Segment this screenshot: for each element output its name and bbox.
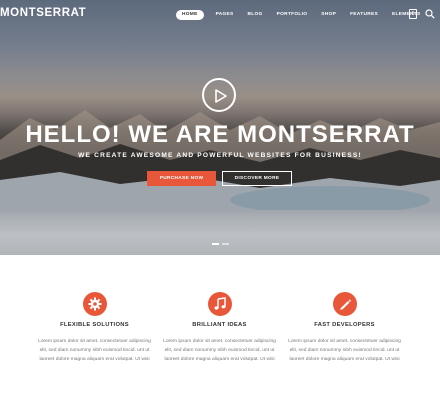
slider-pagination: [212, 243, 229, 245]
feature-description: Lorem ipsum dolor sit amet, consectetuer…: [37, 337, 152, 364]
site-logo[interactable]: MONTSERRAT: [0, 7, 86, 19]
slider-dot[interactable]: [212, 243, 219, 245]
purchase-now-button[interactable]: PURCHASE NOW: [147, 171, 216, 186]
gear-icon: [82, 292, 107, 316]
menu-item-features[interactable]: FEATURES: [350, 10, 378, 20]
pencil-icon: [332, 292, 357, 316]
feature-title: FLEXIBLE SOLUTIONS: [60, 322, 129, 328]
feature-title: FAST DEVELOPERS: [314, 322, 375, 328]
hero-section: MONTSERRAT HOME PAGES BLOG PORTFOLIO SHO…: [0, 0, 440, 255]
feature-fast-developers: FAST DEVELOPERS Lorem ipsum dolor sit am…: [287, 292, 402, 364]
hero-subtitle: WE CREATE AWESOME AND POWERFUL WEBSITES …: [78, 152, 362, 159]
feature-text-line: elit, sed diam nonummy nibh euismod tinc…: [164, 348, 275, 353]
menu-item-blog[interactable]: BLOG: [248, 10, 263, 20]
feature-text-line: laoreet dolore magna aliquam erat volutp…: [39, 357, 150, 362]
feature-text-line: laoreet dolore magna aliquam erat volutp…: [289, 357, 400, 362]
discover-more-button[interactable]: DISCOVER MORE: [222, 171, 292, 186]
top-navigation: MONTSERRAT HOME PAGES BLOG PORTFOLIO SHO…: [0, 0, 440, 28]
cart-count: 0: [411, 11, 415, 17]
menu-item-home[interactable]: HOME: [176, 10, 204, 20]
feature-text-line: Lorem ipsum dolor sit amet, consectetuer…: [38, 339, 151, 344]
feature-text-line: elit, sed diam nonummy nibh euismod tinc…: [39, 348, 150, 353]
feature-text-line: Lorem ipsum dolor sit amet, consectetuer…: [163, 339, 276, 344]
main-menu: HOME PAGES BLOG PORTFOLIO SHOP FEATURES …: [176, 9, 421, 21]
play-video-button[interactable]: [202, 78, 236, 112]
feature-title: BRILLIANT IDEAS: [192, 322, 247, 328]
play-icon: [215, 89, 227, 103]
cart-icon[interactable]: 0: [409, 9, 417, 19]
feature-flexible-solutions: FLEXIBLE SOLUTIONS Lorem ipsum dolor sit…: [37, 292, 152, 364]
hero-title: HELLO! WE ARE MONTSERRAT: [25, 121, 415, 148]
music-note-icon: [207, 292, 232, 316]
menu-item-pages[interactable]: PAGES: [216, 10, 234, 20]
page: MONTSERRAT HOME PAGES BLOG PORTFOLIO SHO…: [0, 0, 440, 400]
feature-description: Lorem ipsum dolor sit amet, consectetuer…: [287, 337, 402, 364]
feature-brilliant-ideas: BRILLIANT IDEAS Lorem ipsum dolor sit am…: [162, 292, 277, 364]
slider-dot[interactable]: [222, 243, 229, 245]
search-icon[interactable]: [425, 9, 435, 19]
feature-text-line: elit, sed diam nonummy nibh euismod tinc…: [289, 348, 400, 353]
menu-item-shop[interactable]: SHOP: [321, 10, 336, 20]
feature-text-line: Lorem ipsum dolor sit amet, consectetuer…: [288, 339, 401, 344]
feature-text-line: laoreet dolore magna aliquam erat volutp…: [164, 357, 275, 362]
menu-item-portfolio[interactable]: PORTFOLIO: [277, 10, 308, 20]
feature-description: Lorem ipsum dolor sit amet, consectetuer…: [162, 337, 277, 364]
